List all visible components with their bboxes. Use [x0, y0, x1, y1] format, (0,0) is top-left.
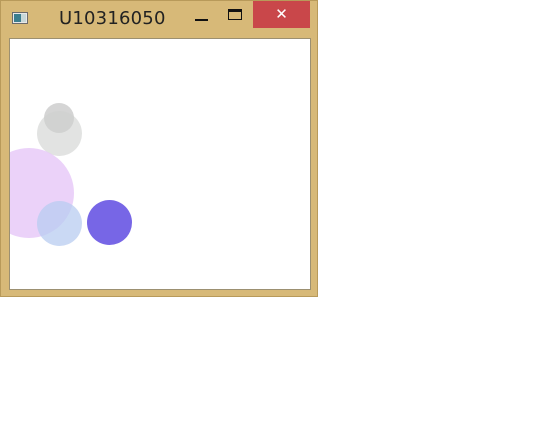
- app-window-icon[interactable]: [12, 12, 28, 24]
- maximize-button[interactable]: [223, 5, 249, 27]
- app-icon-left-panel: [14, 14, 21, 22]
- light-blue-circle: [37, 201, 82, 246]
- gray-large-circle: [37, 111, 82, 156]
- app-icon-right-panel: [21, 14, 26, 22]
- maximize-icon: [228, 9, 242, 20]
- window-title: U10316050: [59, 8, 166, 29]
- title-bar[interactable]: U10316050 ✕: [1, 1, 317, 37]
- minimize-button[interactable]: [189, 5, 215, 27]
- drawing-canvas[interactable]: [9, 38, 311, 290]
- purple-circle: [87, 200, 132, 245]
- close-button[interactable]: ✕: [253, 1, 310, 28]
- minimize-icon: [195, 19, 208, 21]
- close-icon: ✕: [275, 5, 288, 23]
- app-window: U10316050 ✕: [0, 0, 318, 297]
